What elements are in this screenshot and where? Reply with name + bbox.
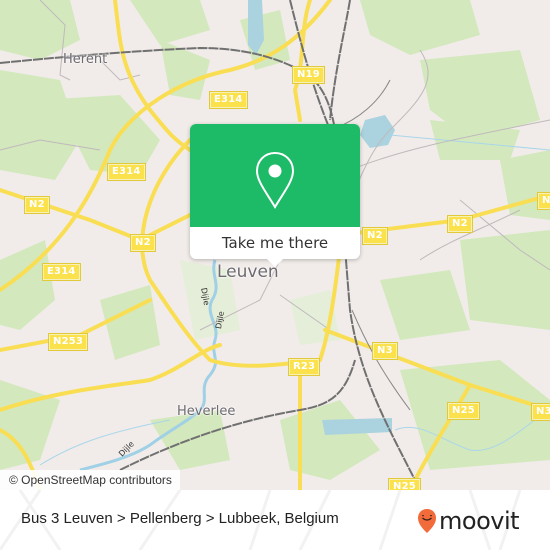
road-shield-n253: N253	[47, 333, 89, 351]
road-shield-n2: N2	[130, 234, 156, 252]
route-title: Bus 3 Leuven > Pellenberg > Lubbeek, Bel…	[21, 510, 339, 527]
road-shield-n2: N2	[447, 215, 473, 233]
road-shield-n3: N3	[531, 403, 550, 421]
road-shield-r23: R23	[287, 358, 321, 376]
popup-header	[190, 124, 360, 227]
road-shield-n19: N19	[292, 66, 325, 84]
place-label-heverlee: Heverlee	[177, 404, 236, 419]
road-shield-n3: N3	[372, 342, 398, 360]
road-shield-e314: E314	[209, 91, 248, 109]
moovit-logo[interactable]: moovit	[417, 507, 520, 535]
destination-popup: Take me there	[190, 124, 360, 267]
road-shield-n25: N25	[388, 478, 421, 490]
road-shield-n2: N2	[537, 192, 550, 210]
popup-pointer	[266, 258, 284, 267]
road-shield-n25: N25	[447, 402, 480, 420]
take-me-there-button[interactable]: Take me there	[190, 227, 360, 259]
location-pin-icon	[255, 151, 295, 209]
footer-bar: Bus 3 Leuven > Pellenberg > Lubbeek, Bel…	[0, 490, 550, 550]
map-attribution[interactable]: © OpenStreetMap contributors	[0, 470, 180, 490]
road-shield-n2: N2	[362, 227, 388, 245]
map-canvas[interactable]: Herent Leuven Heverlee Dijle Dijle Dijle…	[0, 0, 550, 490]
road-shield-e314: E314	[42, 263, 81, 281]
moovit-wordmark: moovit	[439, 507, 520, 535]
moovit-pin-icon	[418, 509, 436, 533]
road-shield-e314: E314	[107, 163, 146, 181]
road-shield-n2: N2	[24, 196, 50, 214]
place-label-herent: Herent	[63, 52, 108, 67]
